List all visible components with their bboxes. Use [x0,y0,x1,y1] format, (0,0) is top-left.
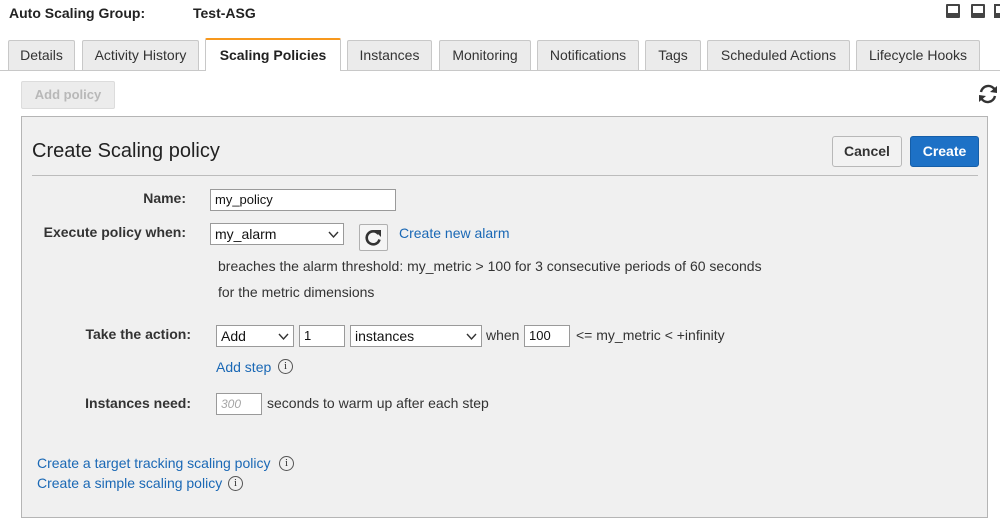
asg-label: Auto Scaling Group: [9,5,146,21]
chevron-down-icon [278,333,289,341]
metric-bound-text: <= my_metric < +infinity [576,327,725,343]
target-tracking-info-icon[interactable]: i [279,456,294,471]
panel-title: Create Scaling policy [32,140,220,162]
alarm-select[interactable]: my_alarm [210,223,344,245]
alarm-threshold-description: breaches the alarm threshold: my_metric … [218,258,762,274]
action-unit-select[interactable]: instances [350,325,482,347]
action-operation-value: Add [221,328,246,344]
add-step-info-icon[interactable]: i [278,359,293,374]
panel-divider [32,175,978,176]
restore-panel-icon[interactable] [971,4,985,18]
action-unit-value: instances [355,328,415,344]
tab-details[interactable]: Details [8,40,75,70]
instances-need-label: Instances need: [85,395,191,411]
tab-lifecycle-hooks[interactable]: Lifecycle Hooks [856,40,980,70]
tab-activity-history[interactable]: Activity History [82,40,199,70]
cancel-button[interactable]: Cancel [832,136,902,167]
simple-policy-info-icon[interactable]: i [228,476,243,491]
name-input[interactable]: my_policy [210,189,396,211]
warmup-seconds-input[interactable]: 300 [216,393,262,415]
action-amount-input[interactable]: 1 [299,325,345,347]
metric-dimensions-text: for the metric dimensions [218,284,375,300]
lower-bound-input[interactable]: 100 [524,325,570,347]
tab-monitoring[interactable]: Monitoring [439,40,531,70]
tab-notifications[interactable]: Notifications [537,40,639,70]
chevron-down-icon [466,333,477,341]
refresh-icon[interactable] [976,82,1000,106]
name-label: Name: [143,190,186,206]
maximize-panel-icon[interactable] [994,4,1000,18]
add-policy-button[interactable]: Add policy [21,81,115,109]
execute-policy-label: Execute policy when: [43,224,186,240]
refresh-alarms-button[interactable] [359,224,388,251]
warmup-suffix-text: seconds to warm up after each step [267,395,489,411]
target-tracking-policy-link[interactable]: Create a target tracking scaling policy [37,455,270,471]
create-button[interactable]: Create [910,136,979,167]
refresh-icon [365,230,381,246]
tab-instances[interactable]: Instances [347,40,432,70]
tab-bar-divider [0,70,1000,71]
tab-scheduled-actions[interactable]: Scheduled Actions [707,40,850,70]
simple-policy-link[interactable]: Create a simple scaling policy [37,475,222,491]
when-label: when [486,327,520,343]
asg-name: Test-ASG [193,5,256,21]
add-step-link[interactable]: Add step [216,359,271,375]
tab-scaling-policies[interactable]: Scaling Policies [205,38,341,71]
action-operation-select[interactable]: Add [216,325,294,347]
alarm-select-value: my_alarm [215,226,277,242]
create-new-alarm-link[interactable]: Create new alarm [399,225,510,241]
tab-tags[interactable]: Tags [645,40,701,70]
chevron-down-icon [328,231,339,239]
minimize-panel-icon[interactable] [946,4,960,18]
take-action-label: Take the action: [85,326,191,342]
